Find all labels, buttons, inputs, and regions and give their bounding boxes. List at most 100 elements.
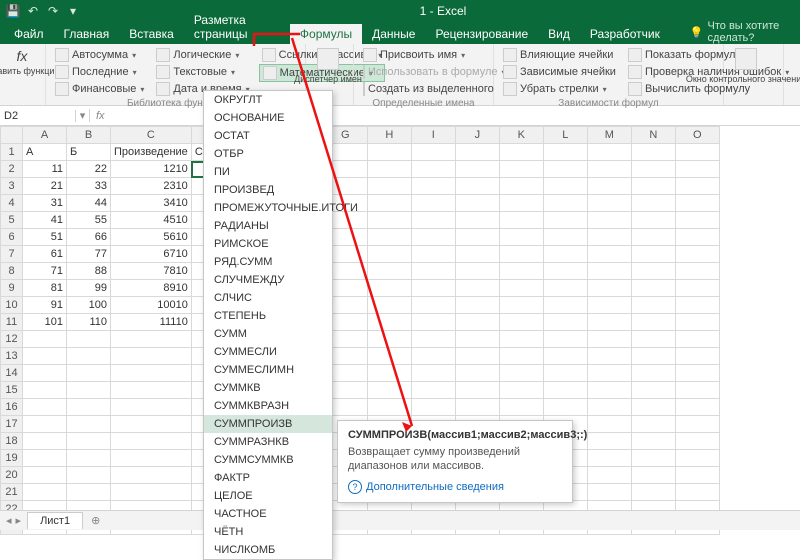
cell[interactable]: [67, 484, 111, 501]
cell[interactable]: [631, 297, 675, 314]
cell[interactable]: [543, 246, 587, 263]
col-header[interactable]: A: [23, 127, 67, 144]
cell[interactable]: [587, 399, 631, 416]
cell[interactable]: [499, 399, 543, 416]
cell[interactable]: [455, 297, 499, 314]
cell[interactable]: [675, 365, 719, 382]
row-header[interactable]: 19: [1, 450, 23, 467]
cell[interactable]: 91: [23, 297, 67, 314]
remove-arrows-button[interactable]: Убрать стрелки▾: [500, 81, 619, 97]
tab-file[interactable]: Файл: [4, 24, 54, 44]
row-header[interactable]: 4: [1, 195, 23, 212]
cell[interactable]: [499, 382, 543, 399]
cell[interactable]: [631, 348, 675, 365]
cell[interactable]: [411, 263, 455, 280]
cell[interactable]: [631, 382, 675, 399]
tab-developer[interactable]: Разработчик: [580, 24, 670, 44]
cell[interactable]: Произведение: [111, 144, 192, 161]
cell[interactable]: [631, 280, 675, 297]
cell[interactable]: [455, 365, 499, 382]
menu-item[interactable]: ЦЕЛОЕ: [204, 487, 332, 505]
cell[interactable]: [499, 331, 543, 348]
cell[interactable]: [23, 348, 67, 365]
col-header[interactable]: K: [499, 127, 543, 144]
cell[interactable]: [455, 314, 499, 331]
menu-item[interactable]: СУММЕСЛИМН: [204, 361, 332, 379]
cell[interactable]: [587, 314, 631, 331]
cell[interactable]: [411, 331, 455, 348]
cell[interactable]: [499, 195, 543, 212]
cell[interactable]: [367, 263, 411, 280]
menu-item[interactable]: СУММПРОИЗВ: [204, 415, 332, 433]
cell[interactable]: [587, 484, 631, 501]
cell[interactable]: [675, 212, 719, 229]
autosum-button[interactable]: Автосумма▾: [52, 47, 147, 63]
recent-button[interactable]: Последние▾: [52, 64, 147, 80]
menu-item[interactable]: ОСТАТ: [204, 127, 332, 145]
cell[interactable]: [631, 314, 675, 331]
cell[interactable]: [587, 416, 631, 433]
cell[interactable]: [499, 229, 543, 246]
cell[interactable]: 11: [23, 161, 67, 178]
cell[interactable]: [67, 331, 111, 348]
cell[interactable]: [587, 450, 631, 467]
cell[interactable]: [675, 195, 719, 212]
row-header[interactable]: 17: [1, 416, 23, 433]
menu-item[interactable]: СУММКВ: [204, 379, 332, 397]
cell[interactable]: [543, 212, 587, 229]
col-header[interactable]: B: [67, 127, 111, 144]
cell[interactable]: [543, 263, 587, 280]
cell[interactable]: [587, 331, 631, 348]
cell[interactable]: [499, 365, 543, 382]
cell[interactable]: 41: [23, 212, 67, 229]
cell[interactable]: [67, 382, 111, 399]
cell[interactable]: 110: [67, 314, 111, 331]
cell[interactable]: [67, 365, 111, 382]
cell[interactable]: [411, 161, 455, 178]
cell[interactable]: [631, 433, 675, 450]
tab-layout[interactable]: Разметка страницы: [184, 10, 290, 44]
cell[interactable]: [587, 178, 631, 195]
cell[interactable]: 88: [67, 263, 111, 280]
undo-icon[interactable]: ↶: [26, 4, 40, 18]
cell[interactable]: [111, 484, 192, 501]
cell[interactable]: 51: [23, 229, 67, 246]
cell[interactable]: [67, 467, 111, 484]
cell[interactable]: [631, 229, 675, 246]
col-header[interactable]: I: [411, 127, 455, 144]
cell[interactable]: 21: [23, 178, 67, 195]
trace-precedents-button[interactable]: Влияющие ячейки: [500, 47, 619, 63]
cell[interactable]: [587, 195, 631, 212]
cell[interactable]: [543, 314, 587, 331]
row-header[interactable]: 12: [1, 331, 23, 348]
cell[interactable]: [367, 195, 411, 212]
cell[interactable]: [675, 178, 719, 195]
cell[interactable]: [411, 144, 455, 161]
financial-button[interactable]: Финансовые▾: [52, 81, 147, 97]
logical-button[interactable]: Логические▾: [153, 47, 252, 63]
cell[interactable]: [499, 348, 543, 365]
col-header[interactable]: H: [367, 127, 411, 144]
cell[interactable]: [111, 365, 192, 382]
cell[interactable]: [367, 348, 411, 365]
col-header[interactable]: C: [111, 127, 192, 144]
cell[interactable]: [111, 331, 192, 348]
cell[interactable]: [587, 212, 631, 229]
cell[interactable]: [675, 416, 719, 433]
cell[interactable]: [23, 382, 67, 399]
cell[interactable]: [543, 348, 587, 365]
tab-review[interactable]: Рецензирование: [425, 24, 538, 44]
tab-formulas[interactable]: Формулы: [290, 24, 362, 44]
cell[interactable]: [543, 229, 587, 246]
tab-data[interactable]: Данные: [362, 24, 425, 44]
insert-function-button[interactable]: fx Вставить функцию: [6, 47, 38, 93]
cell[interactable]: [455, 399, 499, 416]
cell[interactable]: [631, 399, 675, 416]
cell[interactable]: [367, 280, 411, 297]
cell[interactable]: [499, 178, 543, 195]
cell[interactable]: [631, 195, 675, 212]
menu-item[interactable]: ОКРУГЛТ: [204, 91, 332, 109]
cell[interactable]: [631, 263, 675, 280]
cell[interactable]: [367, 297, 411, 314]
cell[interactable]: [587, 348, 631, 365]
